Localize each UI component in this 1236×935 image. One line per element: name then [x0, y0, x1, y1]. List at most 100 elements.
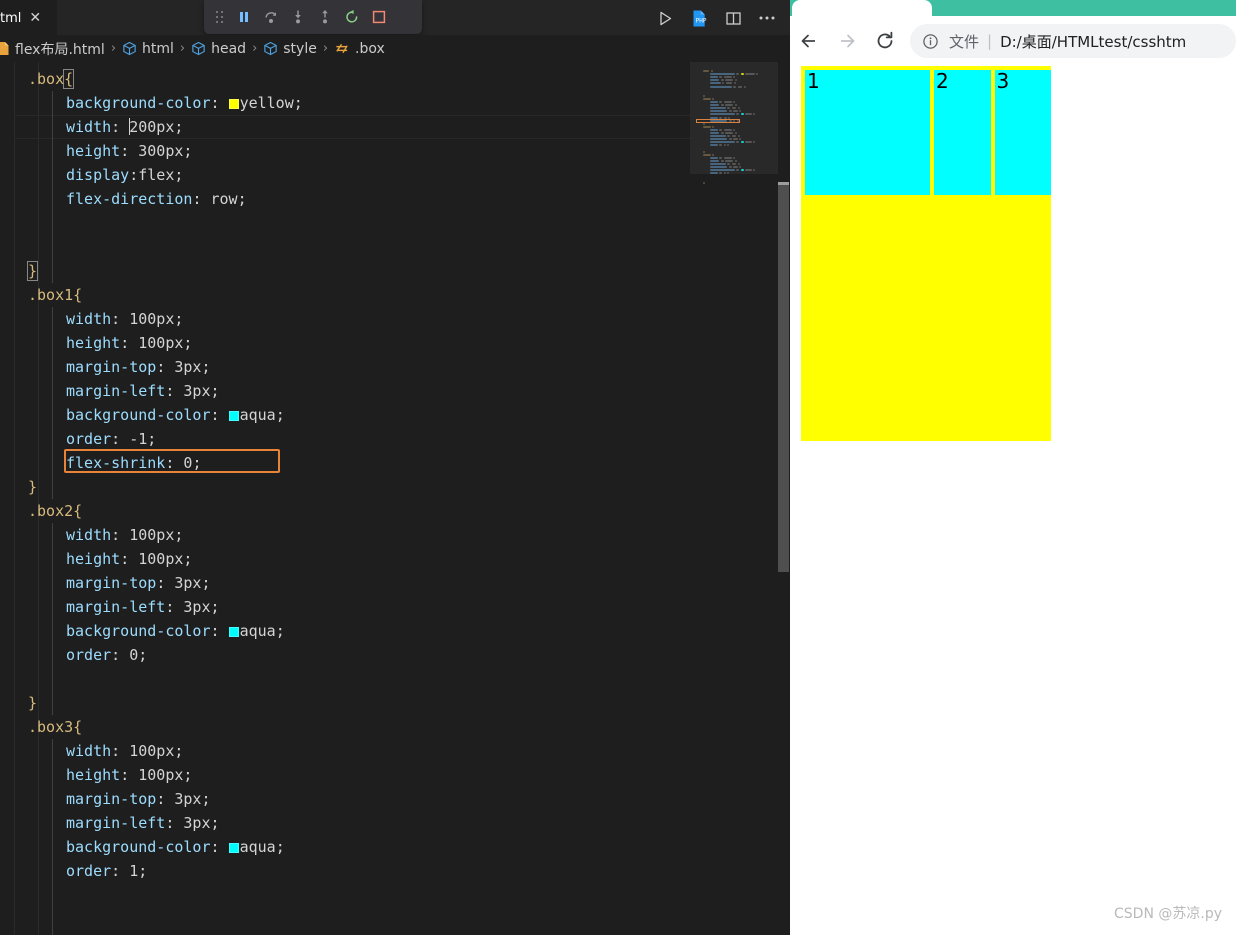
code-line[interactable]: } — [0, 691, 690, 715]
code-line[interactable]: background-color: aqua; — [0, 403, 690, 427]
code-editor[interactable]: .box{background-color: yellow; width: 200… — [0, 62, 790, 935]
flex-item-3: 3 — [994, 70, 1051, 195]
address-bar-url: D:/桌面/HTMLtest/csshtm — [1000, 32, 1187, 51]
code-line[interactable]: background-color: aqua; — [0, 619, 690, 643]
code-line[interactable]: .box2{ — [0, 499, 690, 523]
code-line[interactable]: height: 300px; — [0, 139, 690, 163]
browser-toolbar: 文件 | D:/桌面/HTMLtest/csshtm — [790, 16, 1236, 66]
code-token: } — [28, 694, 38, 712]
code-token: : — [111, 310, 130, 328]
code-line[interactable]: height: 100px; — [0, 763, 690, 787]
minimap[interactable] — [690, 62, 778, 935]
code-token: : — [111, 862, 130, 880]
drag-handle-icon[interactable] — [210, 0, 230, 34]
code-line[interactable]: flex-direction: row; — [0, 187, 690, 211]
step-over-icon[interactable] — [257, 0, 284, 34]
color-swatch-icon[interactable] — [228, 99, 239, 109]
code-token: : — [111, 742, 130, 760]
code-token: ; — [138, 646, 148, 664]
pause-icon[interactable] — [230, 0, 257, 34]
code-token: aqua — [239, 622, 276, 640]
code-line[interactable]: margin-left: 3px; — [0, 379, 690, 403]
code-token: ; — [174, 166, 184, 184]
color-swatch-icon[interactable] — [228, 843, 239, 853]
code-line[interactable]: margin-top: 3px; — [0, 571, 690, 595]
step-out-icon[interactable] — [311, 0, 338, 34]
file-php-icon[interactable]: PHP — [688, 7, 710, 29]
code-content[interactable]: .box{background-color: yellow; width: 200… — [0, 62, 690, 935]
code-line[interactable]: margin-left: 3px; — [0, 595, 690, 619]
minimap-line — [703, 181, 705, 184]
code-line[interactable]: } — [0, 475, 690, 499]
code-line[interactable]: background-color: aqua; — [0, 835, 690, 859]
close-icon[interactable]: ✕ — [29, 11, 41, 25]
code-line[interactable]: height: 100px; — [0, 547, 690, 571]
code-line[interactable] — [0, 667, 690, 691]
code-token: yellow — [239, 94, 294, 112]
code-line[interactable]: order: -1; — [0, 427, 690, 451]
minimap-slider[interactable] — [690, 62, 778, 174]
code-token: ; — [201, 790, 211, 808]
code-line[interactable] — [0, 883, 690, 907]
split-editor-icon[interactable] — [722, 7, 744, 29]
code-line[interactable]: flex-shrink: 0; — [0, 451, 690, 475]
code-line[interactable]: order: 0; — [0, 643, 690, 667]
code-line[interactable]: margin-top: 3px; — [0, 787, 690, 811]
code-token: flex-shrink — [66, 454, 166, 472]
restart-icon[interactable] — [338, 0, 365, 34]
code-line[interactable]: background-color: yellow; — [0, 91, 690, 115]
code-line[interactable]: display:flex; — [0, 163, 690, 187]
code-token: height — [66, 142, 121, 160]
forward-arrow-icon[interactable] — [828, 22, 866, 60]
code-token: { — [73, 502, 83, 520]
code-line[interactable]: width: 100px; — [0, 739, 690, 763]
code-line[interactable]: .box{ — [0, 67, 690, 91]
code-line[interactable]: } — [0, 259, 690, 283]
code-line[interactable] — [0, 211, 690, 235]
breadcrumb-item-box[interactable]: .box — [334, 41, 385, 57]
breadcrumb-item-style[interactable]: style — [263, 41, 317, 57]
code-token: order — [66, 430, 112, 448]
code-token: ; — [201, 574, 211, 592]
address-bar[interactable]: 文件 | D:/桌面/HTMLtest/csshtm — [910, 24, 1236, 58]
code-line[interactable] — [0, 907, 690, 931]
color-swatch-icon[interactable] — [228, 627, 239, 637]
code-token: background-color — [66, 838, 211, 856]
breadcrumb-item-head[interactable]: head — [191, 41, 246, 57]
editor-tab-label: tml — [0, 10, 22, 26]
breadcrumb-separator: › — [322, 41, 329, 56]
code-token: 100px — [138, 766, 184, 784]
breadcrumb-item-file[interactable]: flex布局.html — [15, 39, 105, 59]
info-circle-icon[interactable] — [922, 33, 939, 50]
ellipsis-icon[interactable] — [756, 7, 778, 29]
code-line[interactable]: width: 100px; — [0, 523, 690, 547]
breadcrumb-label-style: style — [283, 40, 317, 57]
code-line[interactable]: } — [0, 931, 690, 935]
code-line[interactable]: order: 1; — [0, 859, 690, 883]
code-token: .box2 — [28, 502, 74, 520]
step-into-icon[interactable] — [284, 0, 311, 34]
code-line[interactable]: .box1{ — [0, 283, 690, 307]
play-triangle-icon[interactable] — [654, 7, 676, 29]
code-token: 100px — [129, 742, 175, 760]
code-line[interactable]: margin-left: 3px; — [0, 811, 690, 835]
indent-guide — [52, 307, 53, 499]
code-token: ; — [275, 622, 285, 640]
browser-tab-active[interactable] — [792, 0, 932, 16]
code-token: order — [66, 646, 112, 664]
code-line[interactable]: .box3{ — [0, 715, 690, 739]
editor-tab-active[interactable]: tml ✕ — [0, 0, 57, 35]
breadcrumb-item-html[interactable]: html — [122, 41, 174, 57]
debug-toolbar[interactable] — [204, 0, 422, 34]
code-line[interactable]: margin-top: 3px; — [0, 355, 690, 379]
scrollbar-thumb[interactable] — [778, 182, 789, 572]
reload-icon[interactable] — [866, 22, 904, 60]
code-line[interactable]: width: 100px; — [0, 307, 690, 331]
stop-square-icon[interactable] — [365, 0, 392, 34]
code-line[interactable]: height: 100px; — [0, 331, 690, 355]
screenshot-root: tml ✕ PHP flex布局.html › html › head › st… — [0, 0, 1236, 935]
code-line[interactable] — [0, 235, 690, 259]
color-swatch-icon[interactable] — [228, 411, 239, 421]
back-arrow-icon[interactable] — [790, 22, 828, 60]
code-token: .box3 — [28, 718, 74, 736]
